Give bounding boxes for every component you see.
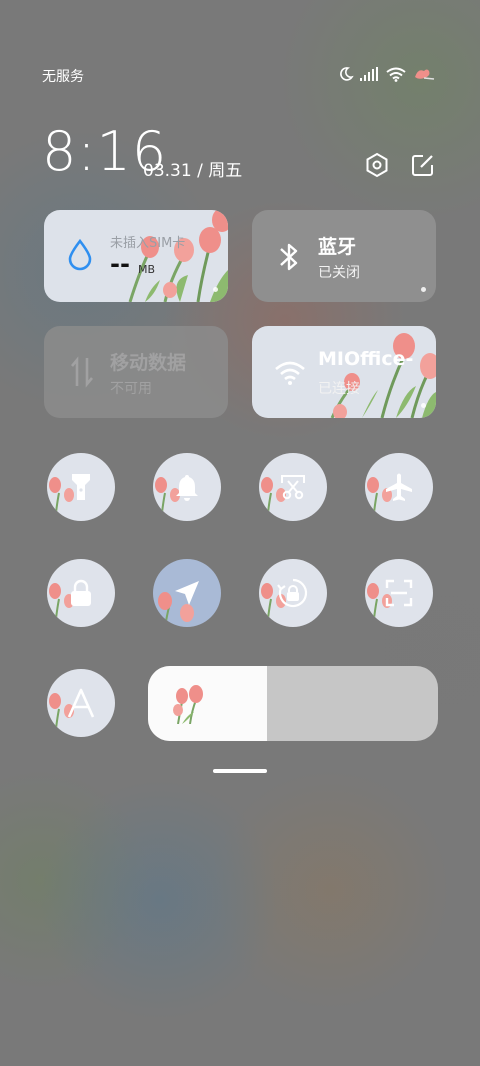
scan-icon — [385, 579, 413, 607]
clock-date: 03.31 / 周五 — [143, 161, 243, 181]
scissors-icon — [281, 475, 305, 500]
brightness-slider[interactable] — [148, 666, 438, 741]
data-usage-title: 未插入SIM卡 — [110, 236, 186, 251]
carrier-status: 无服务 — [42, 69, 84, 85]
bluetooth-tile[interactable]: 蓝牙 已关闭 — [252, 210, 436, 302]
location-arrow-icon — [175, 581, 199, 605]
auto-brightness-toggle[interactable] — [47, 669, 115, 737]
data-usage-value: -- — [110, 250, 130, 278]
flashlight-toggle[interactable] — [47, 453, 115, 521]
wifi-network-name: MIOffice- — [318, 348, 414, 370]
wifi-icon — [386, 67, 406, 82]
data-usage-unit: MB — [138, 263, 156, 276]
drop-icon — [68, 238, 92, 271]
settings-icon[interactable] — [364, 152, 390, 178]
flashlight-icon — [72, 474, 90, 500]
mobile-data-title: 移动数据 — [110, 352, 187, 374]
location-toggle[interactable] — [153, 559, 221, 627]
tulip-brightness-icon — [173, 685, 203, 724]
moon-icon — [340, 67, 354, 81]
battery-icon — [415, 69, 435, 80]
bell-icon — [176, 475, 198, 501]
letter-a-icon — [67, 688, 95, 718]
bluetooth-icon — [280, 243, 298, 271]
lock-screen-toggle[interactable] — [47, 559, 115, 627]
mobile-data-status: 不可用 — [110, 381, 152, 397]
edit-icon[interactable] — [410, 152, 436, 178]
bluetooth-title: 蓝牙 — [318, 236, 357, 258]
data-arrows-icon — [71, 356, 93, 388]
tile-indicator-dot — [421, 287, 426, 292]
wifi-icon — [275, 361, 305, 385]
tile-indicator-dot — [421, 403, 426, 408]
scan-toggle[interactable] — [365, 559, 433, 627]
wifi-status: 已连接 — [318, 381, 360, 397]
bluetooth-status: 已关闭 — [318, 265, 360, 281]
auto-rotate-toggle[interactable] — [259, 559, 327, 627]
mobile-data-tile[interactable]: 移动数据 不可用 — [44, 326, 228, 418]
lock-icon — [71, 579, 91, 606]
screenshot-toggle[interactable] — [259, 453, 327, 521]
data-usage-tile[interactable]: 未插入SIM卡 -- MB — [44, 210, 228, 302]
airplane-toggle[interactable] — [365, 453, 433, 521]
tile-indicator-dot — [213, 287, 218, 292]
ringer-toggle[interactable] — [153, 453, 221, 521]
tulip-decoration — [330, 333, 436, 418]
airplane-icon — [386, 473, 412, 501]
wifi-tile[interactable]: MIOffice- 已连接 — [252, 326, 436, 418]
signal-icon — [360, 67, 378, 81]
rotate-lock-icon — [277, 578, 308, 608]
status-icons — [338, 66, 436, 82]
drag-handle[interactable] — [213, 769, 267, 773]
